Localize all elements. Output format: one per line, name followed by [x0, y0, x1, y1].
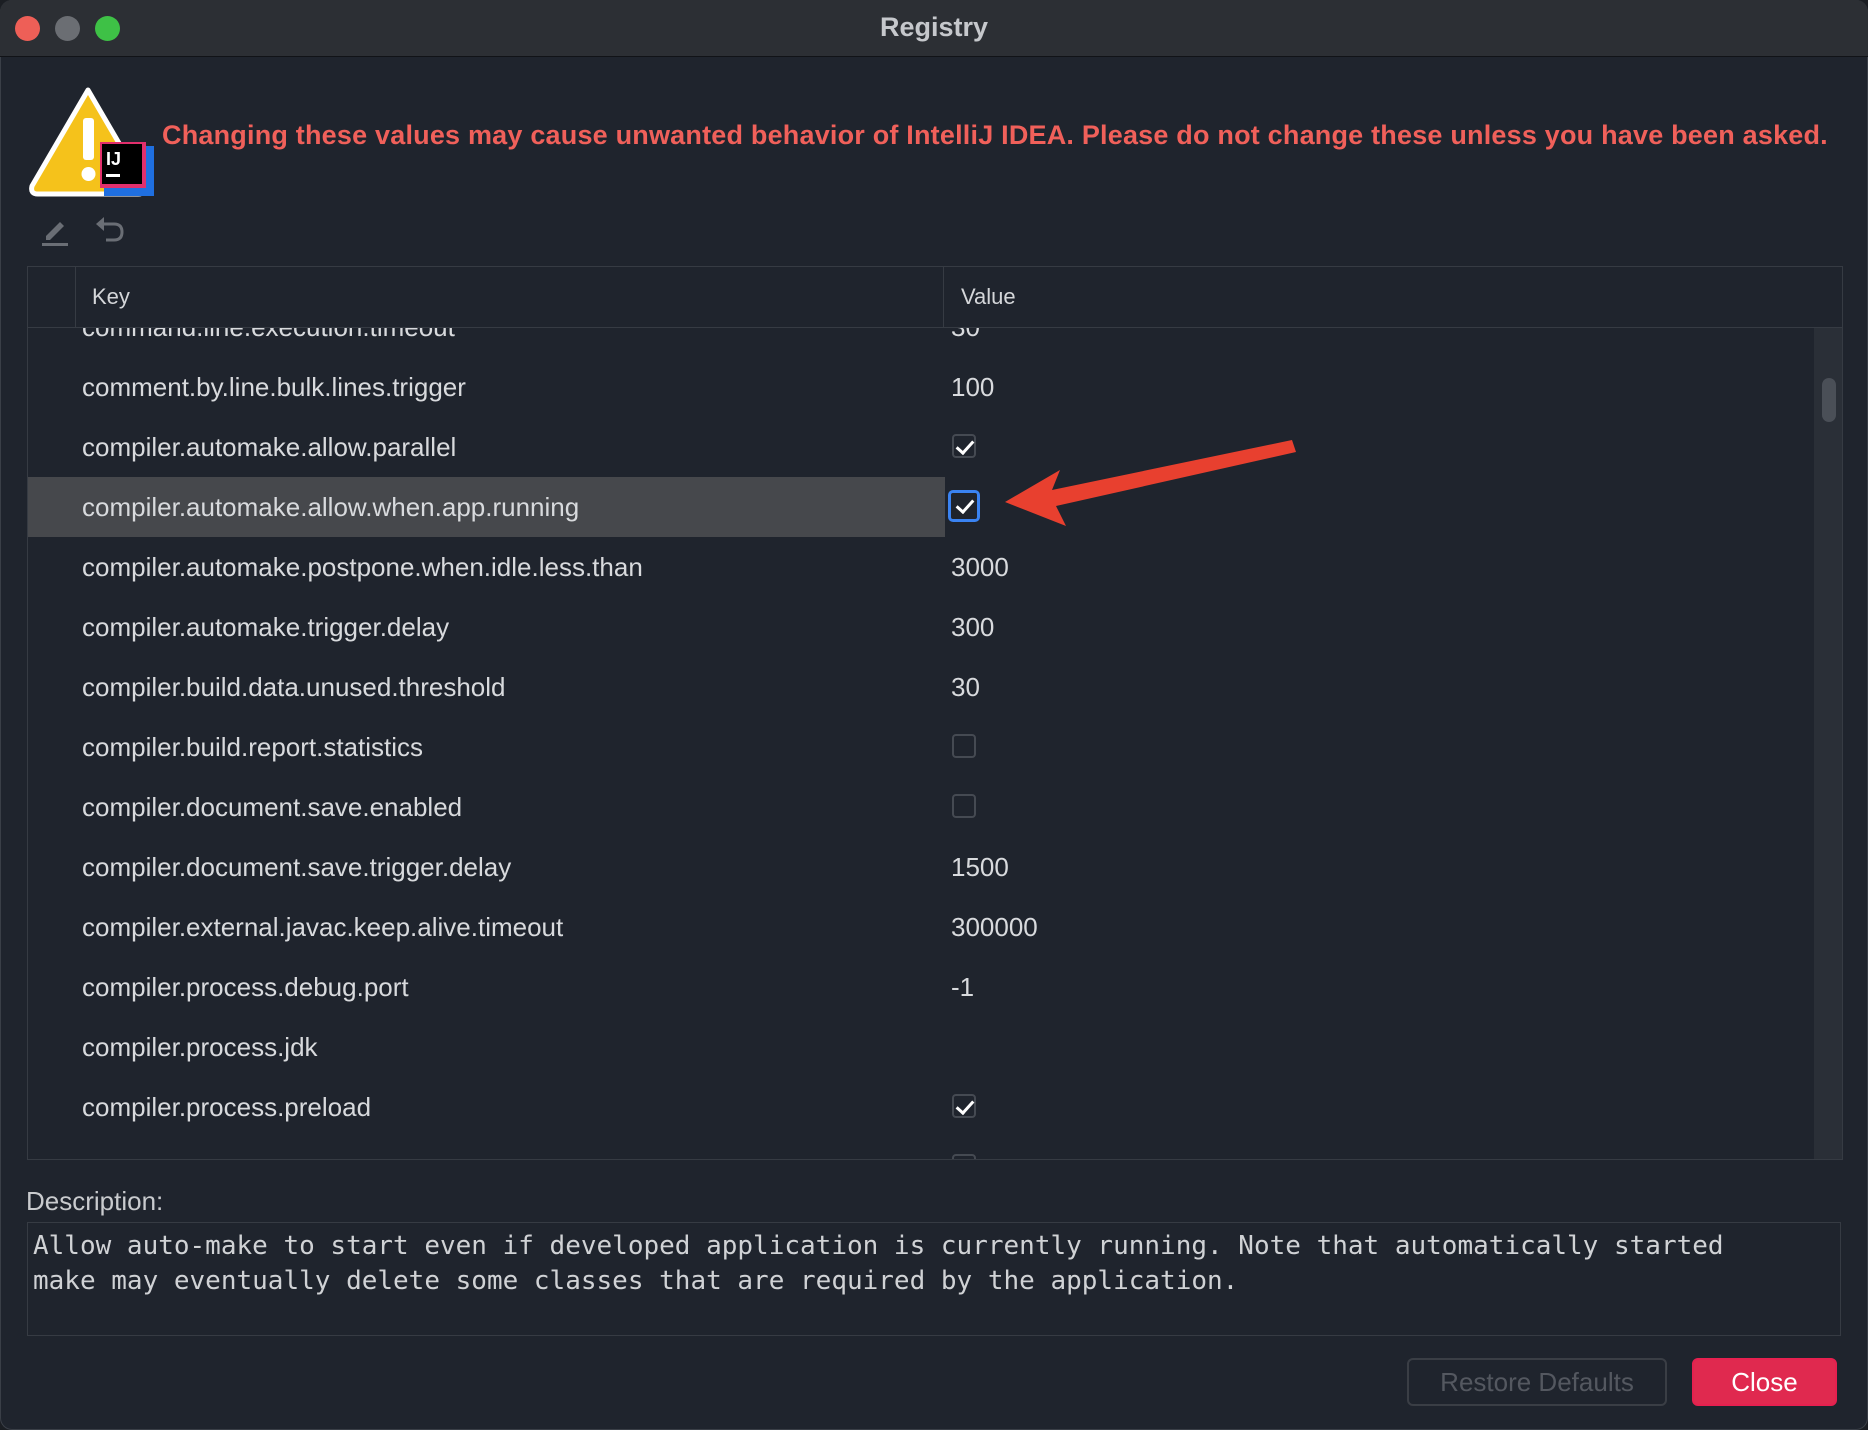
table-row[interactable]: compiler.external.javac.keep.alive.timeo…	[28, 897, 1813, 957]
registry-key: compiler.process.debug.port	[82, 972, 409, 1002]
registry-key: command.line.execution.timeout	[82, 328, 455, 343]
registry-value[interactable]: 300	[951, 612, 994, 643]
key-cell[interactable]: compiler.automake.allow.when.app.running	[28, 477, 945, 537]
window-title: Registry	[879, 12, 989, 42]
table-row[interactable]: compiler.process.jdk	[28, 1017, 1813, 1077]
registry-key: comment.by.line.bulk.lines.trigger	[82, 372, 466, 402]
key-cell[interactable]: compiler.build.data.unused.threshold	[28, 657, 945, 717]
table-row[interactable]: compiler.build.data.unused.threshold 30	[28, 657, 1813, 717]
description-text: Allow auto-make to start even if develop…	[33, 1231, 1724, 1296]
registry-key: compiler.automake.trigger.delay	[82, 612, 450, 642]
restore-defaults-button[interactable]: Restore Defaults	[1407, 1358, 1667, 1406]
svg-text:IJ: IJ	[106, 149, 121, 169]
header-gutter	[28, 267, 76, 327]
registry-value[interactable]: 100	[951, 372, 994, 403]
value-checkbox[interactable]	[952, 794, 976, 818]
key-cell[interactable]: compiler.external.javac.keep.alive.timeo…	[28, 897, 945, 957]
vertical-scrollbar[interactable]	[1814, 328, 1842, 1159]
warning-message: Changing these values may cause unwanted…	[162, 120, 1828, 150]
key-cell[interactable]: comment.by.line.bulk.lines.trigger	[28, 357, 945, 417]
annotation-arrow	[1005, 440, 1296, 526]
registry-value[interactable]: 30	[951, 328, 980, 343]
key-cell[interactable]: command.line.execution.timeout	[28, 328, 945, 357]
registry-key: compiler.external.javac.keep.alive.timeo…	[82, 912, 564, 942]
registry-value[interactable]: 30	[951, 672, 980, 703]
registry-key: compiler.process.jdk	[82, 1032, 318, 1062]
registry-value[interactable]: 1500	[951, 852, 1009, 883]
key-cell[interactable]: compiler.document.save.enabled	[28, 777, 945, 837]
key-cell[interactable]: compiler.process.preload	[28, 1077, 945, 1137]
registry-value[interactable]: 3000	[951, 552, 1009, 583]
edit-icon[interactable]	[38, 212, 74, 248]
key-cell[interactable]: compiler.process.debug.port	[28, 957, 945, 1017]
registry-key: compiler.build.report.statistics	[82, 732, 424, 762]
value-checkbox[interactable]	[948, 490, 980, 522]
value-checkbox[interactable]	[952, 1154, 976, 1159]
warning-icon: IJ	[29, 87, 154, 197]
table-body: command.line.execution.timeout 30 comment.…	[28, 328, 1813, 1159]
key-cell[interactable]: compiler.automake.postpone.when.idle.les…	[28, 537, 945, 597]
table-row[interactable]: compiler.document.save.enabled	[28, 777, 1813, 837]
table-row[interactable]: compiler.process.debug.port -1	[28, 957, 1813, 1017]
key-cell[interactable]: compiler.automake.allow.parallel	[28, 417, 945, 477]
key-cell[interactable]: compiler.document.save.trigger.delay	[28, 837, 945, 897]
table-row[interactable]: compiler.automake.postpone.when.idle.les…	[28, 537, 1813, 597]
registry-key: compiler.document.save.trigger.delay	[82, 852, 512, 882]
registry-key: compiler.automake.postpone.when.idle.les…	[82, 552, 643, 582]
value-checkbox[interactable]	[952, 734, 976, 758]
registry-key: compiler.build.data.unused.threshold	[82, 672, 506, 702]
table-row[interactable]: compiler.automake.trigger.delay 300	[28, 597, 1813, 657]
key-cell[interactable]: compiler.build.report.statistics	[28, 717, 945, 777]
registry-key: compiler.process.preload	[82, 1092, 372, 1122]
description-box: Allow auto-make to start even if develop…	[27, 1222, 1841, 1336]
registry-value[interactable]: -1	[951, 972, 974, 1003]
key-cell[interactable]: compiler.process.jdk	[28, 1017, 945, 1077]
table-row[interactable]: compiler.build.report.statistics	[28, 717, 1813, 777]
registry-table: Key Value command.line.execution.timeout…	[27, 266, 1843, 1160]
table-row[interactable]: compiler.automake.allow.parallel	[28, 417, 1813, 477]
column-divider[interactable]	[943, 267, 944, 327]
table-row[interactable]: command.line.execution.timeout 30	[28, 328, 1813, 357]
registry-value[interactable]: 300000	[951, 912, 1038, 943]
title-bar: Registry	[0, 0, 1868, 57]
key-cell[interactable]: compiler.automake.trigger.delay	[28, 597, 945, 657]
column-header-value[interactable]: Value	[961, 284, 1016, 310]
registry-key: compiler.automake.allow.when.app.running	[82, 492, 580, 522]
table-header: Key Value	[28, 267, 1842, 328]
close-button[interactable]: Close	[1692, 1358, 1837, 1406]
table-row[interactable]: compiler.process.preload	[28, 1077, 1813, 1137]
description-label: Description:	[26, 1186, 164, 1216]
column-header-key[interactable]: Key	[92, 284, 130, 310]
table-row[interactable]: comment.by.line.bulk.lines.trigger 100	[28, 357, 1813, 417]
scrollbar-thumb[interactable]	[1822, 378, 1836, 422]
value-checkbox[interactable]	[952, 434, 976, 458]
value-checkbox[interactable]	[952, 1094, 976, 1118]
registry-key: compiler.automake.allow.parallel	[82, 432, 457, 462]
table-row[interactable]: compiler.document.save.trigger.delay 1500	[28, 837, 1813, 897]
revert-icon[interactable]	[92, 212, 128, 248]
registry-dialog: Registry IJ Changing these values may ca…	[0, 0, 1868, 1430]
registry-key: compiler.document.save.enabled	[82, 792, 463, 822]
table-row[interactable]: compiler.automake.allow.when.app.running	[28, 477, 1813, 537]
